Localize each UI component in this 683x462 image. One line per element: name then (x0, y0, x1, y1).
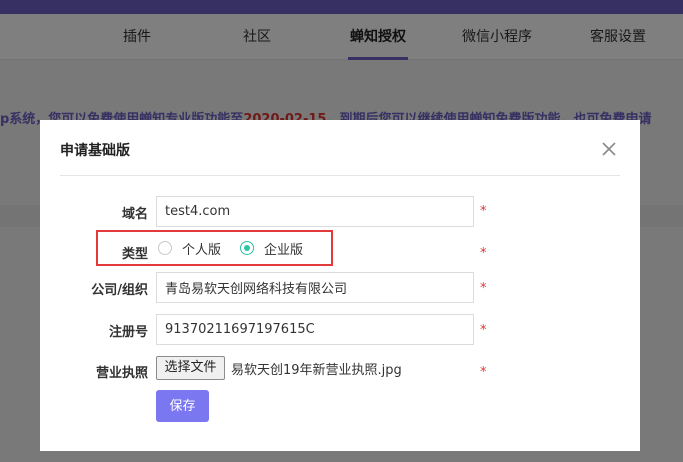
reg-no-required-mark: * (480, 323, 487, 338)
type-label: 类型 (121, 247, 148, 262)
domain-label: 域名 (121, 207, 148, 222)
dialog-title: 申请基础版 (60, 143, 130, 159)
domain-input[interactable] (156, 196, 474, 227)
reg-no-label: 注册号 (108, 325, 148, 340)
company-input[interactable] (156, 272, 474, 303)
license-required-mark: * (480, 365, 487, 380)
close-icon[interactable] (600, 140, 618, 158)
save-button[interactable]: 保存 (156, 390, 209, 422)
company-label: 公司/组织 (91, 283, 148, 298)
radio-personal-label[interactable]: 个人版 (182, 239, 221, 258)
reg-no-input[interactable] (156, 314, 474, 345)
license-label: 营业执照 (95, 366, 148, 381)
radio-personal[interactable] (158, 241, 172, 255)
dialog-divider (60, 175, 620, 176)
selected-file-name: 易软天创19年新营业执照.jpg (231, 363, 402, 378)
radio-enterprise-label[interactable]: 企业版 (264, 239, 303, 258)
apply-basic-dialog: 申请基础版 域名 * 类型 个人版 企业版 * 公司/组织 * 注册号 * 营业… (40, 120, 640, 451)
radio-enterprise[interactable] (240, 241, 254, 255)
choose-file-button[interactable]: 选择文件 (156, 356, 225, 380)
domain-required-mark: * (480, 204, 487, 219)
company-required-mark: * (480, 281, 487, 296)
type-required-mark: * (480, 246, 487, 261)
